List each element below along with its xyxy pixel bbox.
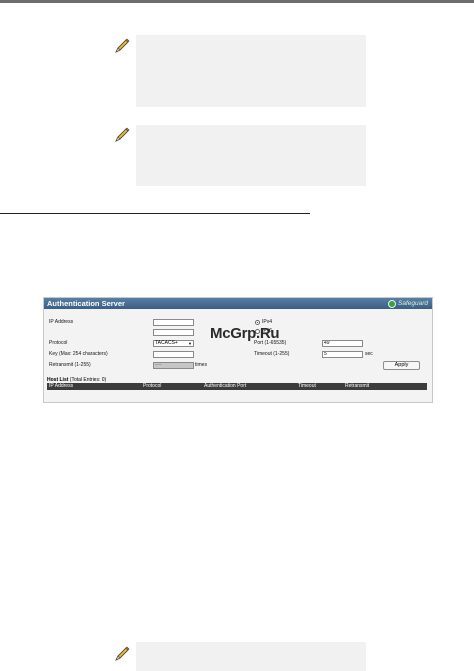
column-header: Protocol — [143, 383, 162, 389]
protocol-label: Protocol — [49, 340, 68, 346]
panel-header: Authentication Server Safeguard — [44, 298, 432, 309]
timeout-input[interactable]: 5 — [322, 351, 363, 358]
protocol-select-value: TACACS+ — [155, 340, 178, 346]
panel-title: Authentication Server — [47, 299, 125, 308]
column-header: Retransmit — [345, 383, 370, 389]
chevron-down-icon: ▼ — [188, 341, 192, 346]
pencil-note-icon — [115, 646, 130, 661]
note-box — [136, 125, 366, 186]
host-list-table-header: IP Address Protocol Authentication Port … — [47, 383, 427, 390]
ipv4-address-input[interactable] — [153, 319, 194, 326]
column-header: Timeout — [298, 383, 316, 389]
section-separator — [0, 213, 310, 214]
protocol-select[interactable]: TACACS+ ▼ — [153, 340, 194, 347]
note-box — [136, 35, 366, 107]
ipv6-address-input[interactable] — [153, 329, 194, 336]
safeguard-label: Safeguard — [398, 300, 428, 307]
sec-unit: sec — [365, 351, 373, 357]
retransmit-label: Retransmit (1-255) — [49, 362, 91, 368]
ip-address-label: IP Address — [49, 319, 74, 325]
page-top-rule — [0, 0, 474, 3]
note-box — [136, 642, 366, 671]
retransmit-input[interactable]: ---- — [153, 362, 194, 369]
key-input[interactable] — [153, 351, 194, 358]
authentication-server-panel: Authentication Server Safeguard IP Addre… — [43, 297, 433, 403]
apply-button[interactable]: Apply — [383, 361, 420, 370]
safeguard-badge: Safeguard — [388, 299, 428, 308]
column-header: Authentication Port — [204, 383, 247, 389]
timeout-label: Timeout (1-255) — [254, 351, 290, 357]
pencil-note-icon — [115, 38, 130, 53]
port-input[interactable]: 49 — [322, 340, 363, 347]
times-unit: times — [195, 362, 207, 368]
safeguard-icon — [388, 299, 396, 308]
watermark-text: McGrp.Ru — [210, 325, 280, 342]
pencil-note-icon — [115, 127, 130, 142]
key-label: Key (Max: 254 characters) — [49, 351, 108, 357]
column-header: IP Address — [49, 383, 74, 389]
